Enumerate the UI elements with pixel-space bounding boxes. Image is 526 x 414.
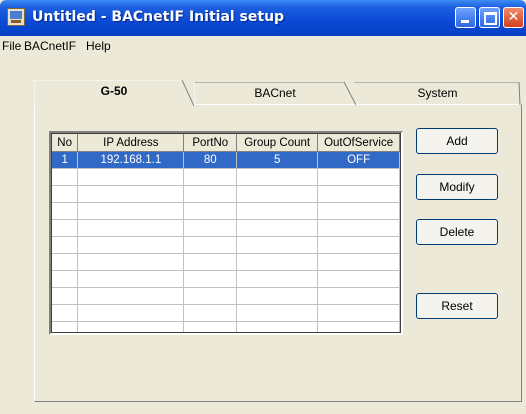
empty-cell bbox=[52, 270, 79, 288]
menu-help[interactable]: Help bbox=[86, 39, 111, 53]
menu-bar: File BACnetIF Help bbox=[0, 36, 526, 56]
tab-system[interactable]: System bbox=[354, 82, 521, 105]
close-button[interactable]: ✕ bbox=[503, 7, 524, 28]
empty-cell bbox=[183, 236, 238, 254]
empty-cell bbox=[183, 219, 238, 237]
close-icon: ✕ bbox=[507, 9, 520, 25]
empty-table-row[interactable] bbox=[52, 253, 400, 271]
tab-g50-label: G-50 bbox=[100, 84, 128, 98]
empty-cell bbox=[77, 270, 185, 288]
empty-cell bbox=[317, 202, 400, 220]
empty-cell bbox=[77, 253, 185, 271]
column-header[interactable]: No bbox=[52, 134, 79, 152]
empty-cell bbox=[236, 270, 319, 288]
empty-cell bbox=[183, 321, 238, 332]
tab-g50[interactable]: G-50 bbox=[34, 80, 194, 106]
empty-cell bbox=[77, 202, 185, 220]
empty-cell bbox=[317, 168, 400, 186]
empty-cell bbox=[52, 168, 79, 186]
empty-cell bbox=[52, 321, 79, 332]
empty-cell bbox=[77, 321, 185, 332]
app-window: Untitled - BACnetIF Initial setup ✕ File… bbox=[0, 0, 526, 414]
empty-table-row[interactable] bbox=[52, 287, 400, 305]
empty-cell bbox=[77, 168, 185, 186]
server-grid[interactable]: No IP Address PortNo Group Count OutOfServic… bbox=[49, 131, 403, 335]
empty-table-row[interactable] bbox=[52, 202, 400, 220]
column-header[interactable]: Group Count bbox=[236, 134, 319, 152]
empty-cell bbox=[77, 236, 185, 254]
empty-cell bbox=[183, 185, 238, 203]
empty-cell bbox=[77, 219, 185, 237]
empty-table-row[interactable] bbox=[52, 185, 400, 203]
column-header[interactable]: OutOfService bbox=[317, 134, 400, 152]
table-cell-no: 1 bbox=[52, 151, 79, 169]
empty-cell bbox=[317, 287, 400, 305]
column-header[interactable]: IP Address bbox=[77, 134, 185, 152]
empty-cell bbox=[52, 236, 79, 254]
minimize-button[interactable] bbox=[455, 7, 476, 28]
empty-cell bbox=[77, 185, 185, 203]
delete-button[interactable]: Delete bbox=[416, 219, 498, 245]
empty-cell bbox=[236, 219, 319, 237]
title-bar[interactable]: Untitled - BACnetIF Initial setup ✕ bbox=[0, 0, 526, 36]
empty-cell bbox=[183, 287, 238, 305]
empty-cell bbox=[52, 219, 79, 237]
empty-cell bbox=[183, 253, 238, 271]
main-content: G-50 BACnet System No IP Address PortNo Gro… bbox=[0, 56, 526, 414]
empty-cell bbox=[317, 304, 400, 322]
empty-cell bbox=[183, 202, 238, 220]
menu-bacnetif[interactable]: BACnetIF bbox=[24, 39, 76, 53]
empty-cell bbox=[236, 287, 319, 305]
table-cell-group-count: 5 bbox=[236, 151, 319, 169]
server-table[interactable]: No IP Address PortNo Group Count OutOfServic… bbox=[52, 134, 400, 332]
empty-cell bbox=[317, 219, 400, 237]
empty-table-row[interactable] bbox=[52, 270, 400, 288]
empty-table-row[interactable] bbox=[52, 236, 400, 254]
empty-cell bbox=[183, 270, 238, 288]
table-header-row: No IP Address PortNo Group Count OutOfServic… bbox=[52, 134, 400, 152]
empty-table-row[interactable] bbox=[52, 304, 400, 322]
empty-cell bbox=[236, 202, 319, 220]
reset-button[interactable]: Reset bbox=[416, 293, 498, 319]
empty-cell bbox=[236, 253, 319, 271]
add-button[interactable]: Add bbox=[416, 128, 498, 154]
empty-cell bbox=[236, 185, 319, 203]
tab-bacnet-label: BACnet bbox=[254, 86, 296, 100]
empty-cell bbox=[236, 168, 319, 186]
empty-cell bbox=[236, 321, 319, 332]
empty-cell bbox=[52, 304, 79, 322]
tab-bacnet[interactable]: BACnet bbox=[194, 82, 356, 105]
empty-cell bbox=[236, 236, 319, 254]
tab-system-label: System bbox=[417, 86, 458, 100]
empty-cell bbox=[52, 202, 79, 220]
table-cell-ip: 192.168.1.1 bbox=[77, 151, 185, 169]
modify-button[interactable]: Modify bbox=[416, 174, 498, 200]
window-title: Untitled - BACnetIF Initial setup bbox=[32, 9, 285, 25]
empty-table-row[interactable] bbox=[52, 321, 400, 332]
empty-cell bbox=[52, 287, 79, 305]
table-cell-out-of-service: OFF bbox=[317, 151, 400, 169]
empty-cell bbox=[317, 321, 400, 332]
empty-cell bbox=[183, 304, 238, 322]
empty-cell bbox=[52, 185, 79, 203]
maximize-button[interactable] bbox=[479, 7, 500, 28]
table-cell-port: 80 bbox=[183, 151, 238, 169]
table-row[interactable]: 1 192.168.1.1 80 5 OFF bbox=[52, 151, 400, 169]
empty-cell bbox=[52, 253, 79, 271]
column-header[interactable]: PortNo bbox=[183, 134, 238, 152]
menu-file[interactable]: File bbox=[2, 39, 21, 53]
empty-cell bbox=[317, 236, 400, 254]
app-icon bbox=[7, 8, 25, 26]
empty-cell bbox=[183, 168, 238, 186]
empty-table-row[interactable] bbox=[52, 219, 400, 237]
empty-cell bbox=[317, 185, 400, 203]
empty-table-row[interactable] bbox=[52, 168, 400, 186]
empty-cell bbox=[77, 287, 185, 305]
empty-cell bbox=[317, 253, 400, 271]
empty-cell bbox=[317, 270, 400, 288]
empty-cell bbox=[236, 304, 319, 322]
empty-cell bbox=[77, 304, 185, 322]
